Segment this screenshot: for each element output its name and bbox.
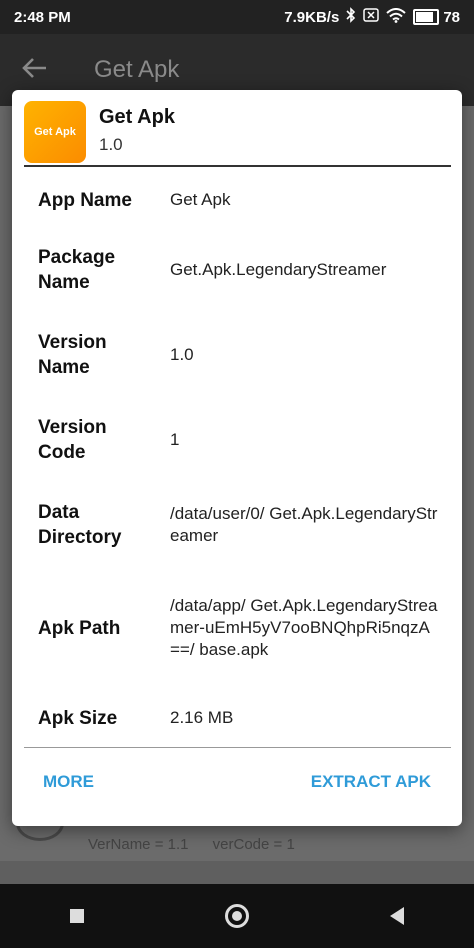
bluetooth-icon [346,7,356,27]
actions-divider [24,747,451,748]
wifi-icon [386,7,406,27]
dialog-title: Get Apk [99,106,175,128]
ver-name-text: VerName = 1.1 [88,836,189,853]
ver-code-text: verCode = 1 [212,836,295,853]
back-arrow-icon[interactable] [22,54,58,86]
navigation-bar [0,884,474,948]
app-bar-title: Get Apk [94,56,180,83]
header-divider [24,165,451,167]
info-value: 1 [170,430,180,449]
info-row-version-code: Version Code 1 [38,415,448,465]
sim-x-icon [363,8,380,26]
background-row-info: VerName = 1.1 verCode = 1 [88,836,315,853]
info-row-app-name: App Name Get Apk [38,182,448,218]
nav-back-icon[interactable] [389,907,404,925]
info-row-version-name: Version Name 1.0 [38,330,448,380]
network-speed: 7.9KB/s [284,8,340,26]
more-button[interactable]: MORE [43,772,94,792]
app-icon-text: Get Apk [34,126,76,138]
status-icons: 7.9KB/s 78 [284,7,460,27]
dialog-version: 1.0 [99,135,123,154]
info-value: 2.16 MB [170,708,234,727]
info-value: 1.0 [170,345,194,364]
info-row-data-directory: Data Directory /data/user/0/ Get.Apk.Lege… [38,500,448,550]
info-label: Package Name [38,247,116,293]
info-row-apk-size: Apk Size 2.16 MB [38,702,448,734]
info-value: Get Apk [170,190,231,209]
extract-apk-button[interactable]: EXTRACT APK [311,772,431,792]
info-label: Version Name [38,332,107,378]
info-label: Version Code [38,417,107,463]
status-bar: 2:48 PM 7.9KB/s 78 [0,0,474,34]
app-info-dialog: Get Apk Get Apk 1.0 App Name Get Apk Pac… [12,90,462,826]
home-icon[interactable] [224,904,249,928]
info-value[interactable]: /data/app/ Get.Apk.LegendaryStreamer-uEm… [170,595,438,661]
info-label: Apk Size [38,707,118,729]
app-icon: Get Apk [24,101,86,163]
info-value[interactable]: /data/user/0/ Get.Apk.LegendaryStreamer [170,503,438,547]
info-label: App Name [38,189,132,211]
info-label: Apk Path [38,617,121,639]
info-row-apk-path: Apk Path /data/app/ Get.Apk.LegendaryStr… [38,583,448,673]
status-time: 2:48 PM [14,8,71,26]
info-label: Data Directory [38,502,122,548]
info-row-package-name: Package Name Get.Apk.LegendaryStreamer [38,245,448,295]
dialog-actions: MORE EXTRACT APK [12,760,462,810]
recents-icon[interactable] [70,909,85,923]
battery-icon: 78 [413,9,460,26]
info-value: Get.Apk.LegendaryStreamer [170,260,387,279]
dialog-header: Get Apk Get Apk 1.0 [12,90,462,166]
battery-percent: 78 [443,8,460,26]
